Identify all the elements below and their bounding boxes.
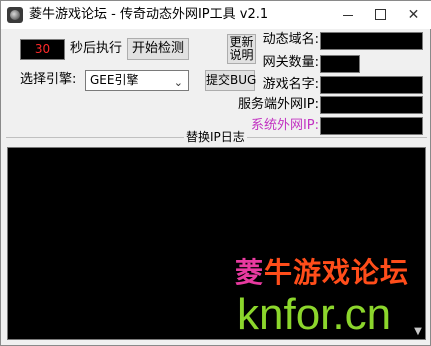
log-title: 替换IP日志: [184, 129, 247, 145]
chevron-down-icon: ⌄: [173, 76, 183, 89]
start-detect-button[interactable]: 开始检测: [127, 38, 189, 60]
gateway-count-field[interactable]: [320, 55, 360, 73]
close-button[interactable]: ✕: [397, 1, 430, 29]
game-name-label: 游戏名字:: [262, 77, 319, 92]
watermark-first-char: 菱: [235, 256, 265, 289]
server-external-ip-label: 服务端外网IP:: [237, 97, 319, 112]
maximize-button[interactable]: [364, 1, 397, 29]
title-bar[interactable]: 菱牛游戏论坛 - 传奇动态外网IP工具 v2.1 ✕: [1, 1, 431, 29]
submit-bug-button[interactable]: 提交BUG: [205, 70, 256, 91]
close-icon: ✕: [407, 7, 420, 23]
app-icon: [7, 7, 23, 23]
engine-selected-value: GEE引擎: [90, 73, 139, 87]
system-external-ip-field[interactable]: [320, 117, 423, 135]
game-name-field[interactable]: [320, 76, 423, 94]
watermark-logo: 菱牛游戏论坛 knfor.cn: [235, 256, 425, 340]
watermark-rest-chars: 牛游戏论坛: [264, 256, 410, 289]
countdown-display: 30: [20, 39, 65, 60]
server-external-ip-field[interactable]: [320, 96, 423, 114]
gateway-count-label: 网关数量:: [262, 55, 319, 70]
minimize-button[interactable]: [331, 1, 364, 29]
dynamic-domain-field[interactable]: [320, 32, 423, 50]
engine-select[interactable]: GEE引擎 ⌄: [85, 70, 189, 91]
window-title: 菱牛游戏论坛 - 传奇动态外网IP工具 v2.1: [29, 7, 269, 22]
dynamic-domain-label: 动态域名:: [262, 32, 319, 47]
app-window: 菱牛游戏论坛 - 传奇动态外网IP工具 v2.1 ✕ 30 秒后执行 开始检测 …: [0, 0, 431, 346]
maximize-icon: [375, 8, 386, 20]
watermark-forum-name: 菱牛游戏论坛: [235, 256, 409, 290]
countdown-label: 秒后执行: [70, 41, 123, 56]
system-external-ip-label: 系统外网IP:: [250, 118, 319, 133]
update-notes-button[interactable]: 更新说明: [227, 34, 256, 64]
minimize-icon: [342, 14, 353, 16]
watermark-domain: knfor.cn: [237, 290, 392, 339]
engine-label: 选择引擎:: [20, 72, 77, 87]
